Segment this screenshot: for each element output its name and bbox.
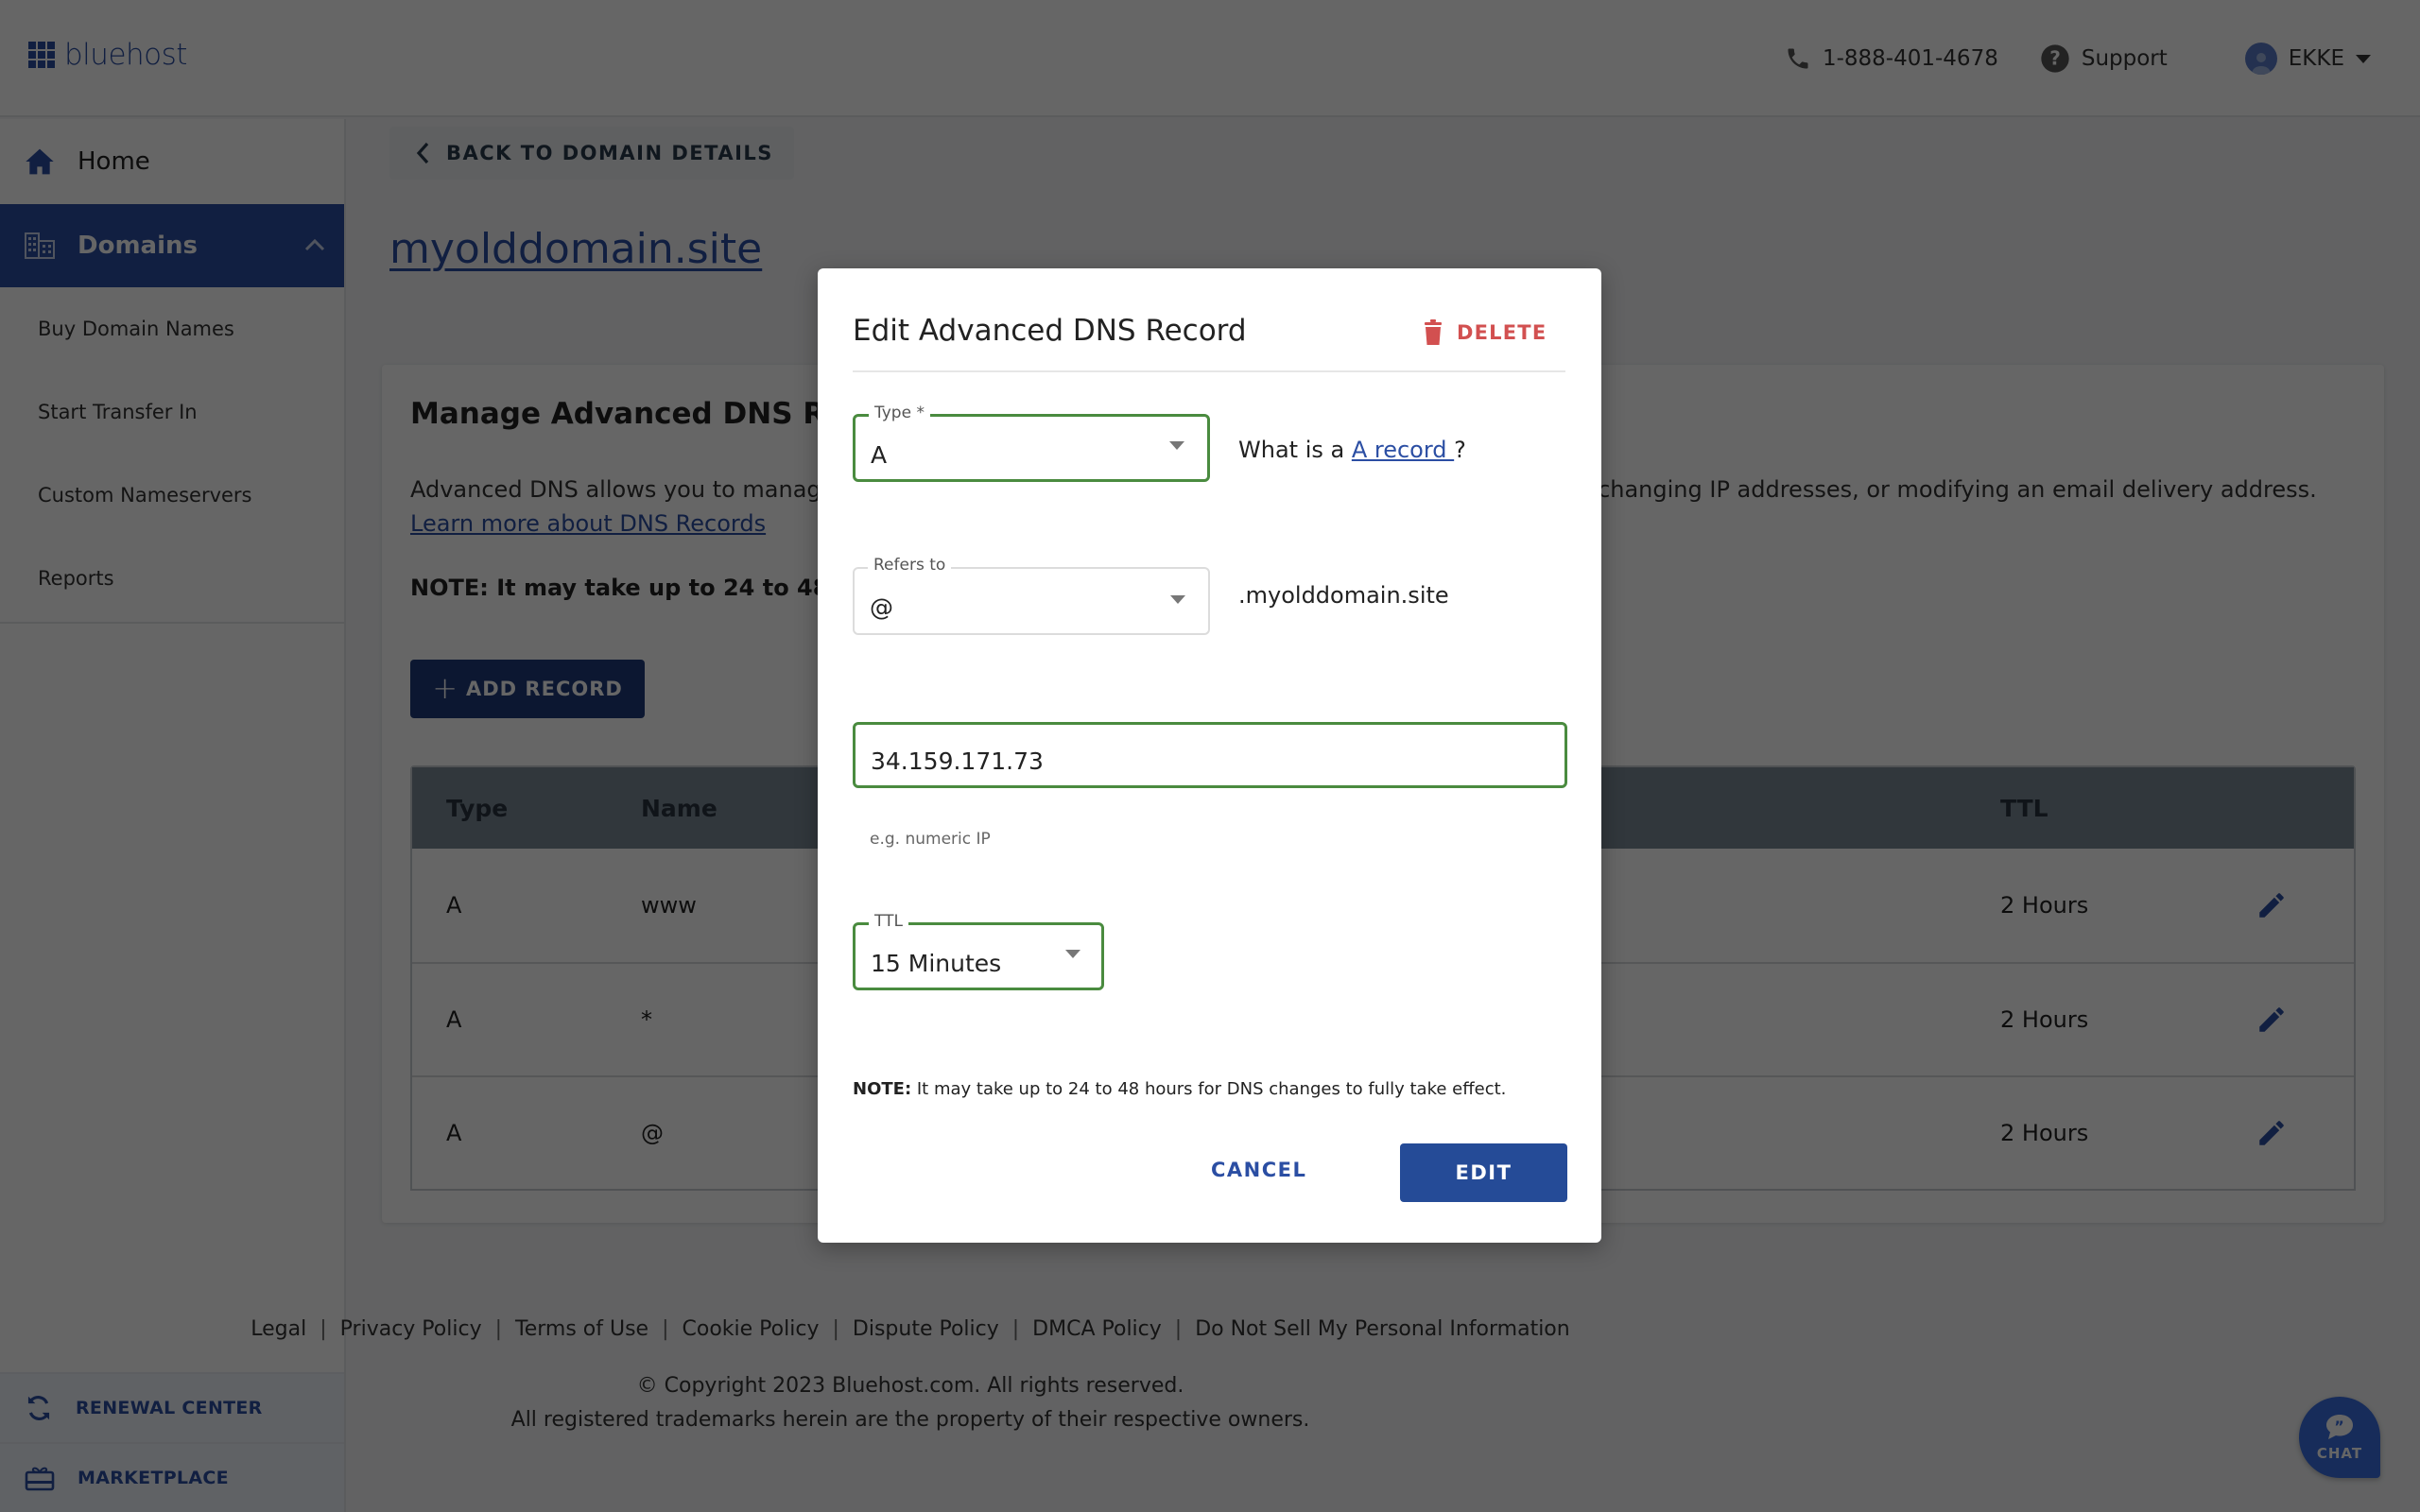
type-value: A <box>871 441 888 469</box>
note-label: NOTE: <box>853 1079 912 1099</box>
dropdown-arrow-icon <box>1169 441 1184 450</box>
dropdown-arrow-icon <box>1170 595 1185 604</box>
dialog-title: Edit Advanced DNS Record <box>853 314 1247 348</box>
refers-to-label: Refers to <box>868 556 952 575</box>
ttl-select[interactable]: TTL 15 Minutes <box>853 912 1104 990</box>
cancel-button[interactable]: CANCEL <box>1211 1159 1306 1181</box>
dialog-note: NOTE: It may take up to 24 to 48 hours f… <box>853 1079 1506 1099</box>
trash-icon <box>1425 319 1442 345</box>
type-help-text: What is a A record ? <box>1238 437 1466 463</box>
type-label: Type * <box>869 404 930 422</box>
delete-label: DELETE <box>1457 321 1547 344</box>
type-help-prefix: What is a <box>1238 437 1352 463</box>
domain-suffix: .myolddomain.site <box>1238 582 1449 609</box>
ttl-label: TTL <box>869 912 908 931</box>
ttl-value: 15 Minutes <box>871 950 1002 977</box>
type-select[interactable]: Type * A <box>853 404 1210 482</box>
delete-button[interactable]: DELETE <box>1423 319 1547 346</box>
dropdown-arrow-icon <box>1065 950 1080 958</box>
a-record-link[interactable]: A record <box>1352 437 1454 463</box>
refers-to-select[interactable]: Refers to @ <box>853 556 1210 635</box>
dialog-divider <box>853 370 1565 372</box>
edit-submit-button[interactable]: EDIT <box>1400 1143 1567 1202</box>
ip-address-hint: e.g. numeric IP <box>870 830 991 849</box>
type-help-suffix: ? <box>1454 437 1466 463</box>
ip-address-value: 34.159.171.73 <box>871 747 1044 775</box>
note-text: It may take up to 24 to 48 hours for DNS… <box>911 1079 1507 1099</box>
refers-to-value: @ <box>870 593 893 621</box>
ip-address-input[interactable]: 34.159.171.73 <box>853 722 1567 788</box>
edit-dns-record-dialog: Edit Advanced DNS Record DELETE Type * A… <box>818 268 1601 1243</box>
